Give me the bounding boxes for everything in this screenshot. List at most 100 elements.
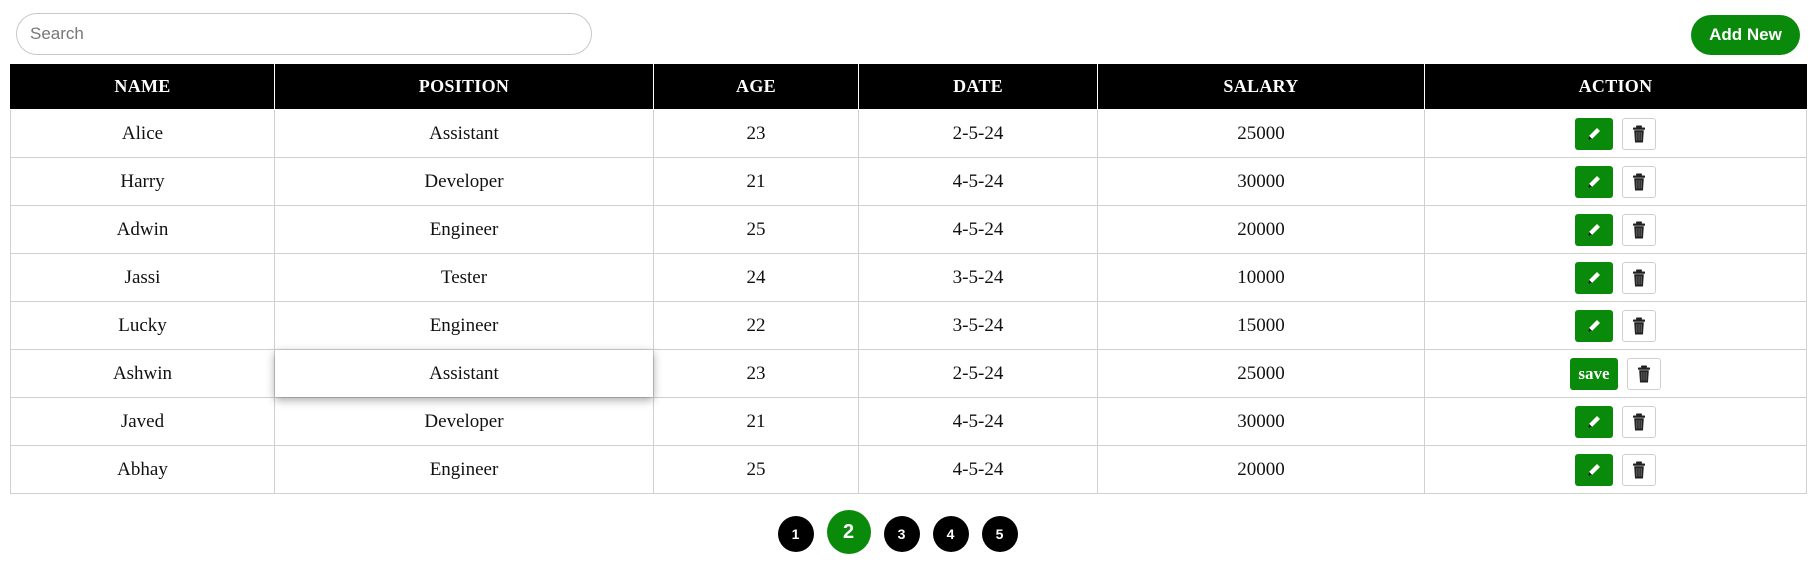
cell-date: 4-5-24 xyxy=(858,157,1098,206)
cell-actions xyxy=(1424,157,1807,206)
edit-button[interactable] xyxy=(1575,309,1613,342)
trash-icon xyxy=(1632,125,1646,143)
delete-button[interactable] xyxy=(1622,165,1656,198)
table-header-row: NAME POSITION AGE DATE SALARY ACTION xyxy=(10,64,1807,110)
cell-date: 4-5-24 xyxy=(858,445,1098,494)
cell-actions xyxy=(1424,301,1807,350)
cell-actions xyxy=(1424,253,1807,302)
column-header-position[interactable]: POSITION xyxy=(274,64,654,110)
column-header-age[interactable]: AGE xyxy=(653,64,859,110)
row-actions xyxy=(1425,309,1806,342)
search-input[interactable] xyxy=(16,13,592,55)
cell-age: 25 xyxy=(653,205,859,254)
table-row: Jassi Tester 24 3-5-24 10000 xyxy=(10,253,1807,302)
cell-actions xyxy=(1424,205,1807,254)
row-actions xyxy=(1425,165,1806,198)
column-header-salary[interactable]: SALARY xyxy=(1097,64,1425,110)
page-button-1[interactable]: 1 xyxy=(777,516,814,552)
cell-position: Developer xyxy=(274,157,654,206)
table-body: Alice Assistant 23 2-5-24 25000 Harry De… xyxy=(10,109,1807,494)
row-actions xyxy=(1425,117,1806,150)
cell-actions xyxy=(1424,445,1807,494)
pencil-icon xyxy=(1585,413,1603,431)
delete-button[interactable] xyxy=(1626,357,1661,390)
cell-age: 22 xyxy=(653,301,859,350)
column-header-name[interactable]: NAME xyxy=(10,64,275,110)
cell-position: Assistant xyxy=(274,109,654,158)
column-header-date[interactable]: DATE xyxy=(858,64,1098,110)
trash-icon xyxy=(1632,413,1646,431)
cell-date: 2-5-24 xyxy=(858,109,1098,158)
edit-button[interactable] xyxy=(1575,453,1613,486)
cell-salary: 25000 xyxy=(1097,109,1425,158)
column-header-action: ACTION xyxy=(1424,64,1807,110)
page-button-5[interactable]: 5 xyxy=(981,516,1018,552)
edit-button[interactable] xyxy=(1575,405,1613,438)
cell-name: Adwin xyxy=(10,205,275,254)
cell-name: Abhay xyxy=(10,445,275,494)
edit-button[interactable] xyxy=(1575,213,1613,246)
cell-actions xyxy=(1424,397,1807,446)
row-actions xyxy=(1425,405,1806,438)
table-row: Alice Assistant 23 2-5-24 25000 xyxy=(10,109,1807,158)
delete-button[interactable] xyxy=(1622,261,1656,294)
employee-table: NAME POSITION AGE DATE SALARY ACTION Ali… xyxy=(10,64,1807,494)
row-actions xyxy=(1425,261,1806,294)
cell-name: Alice xyxy=(10,109,275,158)
cell-actions: save xyxy=(1424,349,1807,398)
cell-date: 3-5-24 xyxy=(858,253,1098,302)
cell-age: 21 xyxy=(653,397,859,446)
cell-age: 24 xyxy=(653,253,859,302)
trash-icon xyxy=(1632,317,1646,335)
cell-name: Harry xyxy=(10,157,275,206)
save-button[interactable]: save xyxy=(1570,357,1618,390)
edit-button[interactable] xyxy=(1575,165,1613,198)
delete-button[interactable] xyxy=(1622,117,1656,150)
cell-salary: 25000 xyxy=(1097,349,1425,398)
cell-actions xyxy=(1424,109,1807,158)
page-button-3[interactable]: 3 xyxy=(883,516,920,552)
cell-salary: 15000 xyxy=(1097,301,1425,350)
cell-name: Jassi xyxy=(10,253,275,302)
toolbar: Add New xyxy=(0,0,1817,64)
cell-name: Ashwin xyxy=(10,349,275,398)
cell-date: 2-5-24 xyxy=(858,349,1098,398)
cell-date: 4-5-24 xyxy=(858,205,1098,254)
pagination: 12345 xyxy=(0,510,1806,554)
page-button-2[interactable]: 2 xyxy=(826,510,871,554)
delete-button[interactable] xyxy=(1622,309,1656,342)
pencil-icon xyxy=(1585,461,1603,479)
cell-position: Tester xyxy=(274,253,654,302)
cell-age: 23 xyxy=(653,109,859,158)
pencil-icon xyxy=(1585,317,1603,335)
delete-button[interactable] xyxy=(1622,405,1656,438)
trash-icon xyxy=(1632,269,1646,287)
trash-icon xyxy=(1632,461,1646,479)
cell-age: 23 xyxy=(653,349,859,398)
row-actions xyxy=(1425,453,1806,486)
pencil-icon xyxy=(1585,125,1603,143)
cell-name: Lucky xyxy=(10,301,275,350)
table-row: Lucky Engineer 22 3-5-24 15000 xyxy=(10,301,1807,350)
delete-button[interactable] xyxy=(1622,453,1656,486)
cell-salary: 10000 xyxy=(1097,253,1425,302)
table-row: Adwin Engineer 25 4-5-24 20000 xyxy=(10,205,1807,254)
edit-button[interactable] xyxy=(1575,261,1613,294)
employee-table-page: Add New NAME POSITION AGE DATE SALARY AC… xyxy=(0,0,1817,580)
cell-salary: 30000 xyxy=(1097,157,1425,206)
cell-name: Javed xyxy=(10,397,275,446)
page-button-4[interactable]: 4 xyxy=(932,516,969,552)
delete-button[interactable] xyxy=(1622,213,1656,246)
table-row: Javed Developer 21 4-5-24 30000 xyxy=(10,397,1807,446)
table-row: Ashwin 23 2-5-24 25000 save xyxy=(10,349,1807,398)
row-actions: save xyxy=(1425,357,1806,390)
add-new-button[interactable]: Add New xyxy=(1691,15,1800,55)
trash-icon xyxy=(1632,173,1646,191)
trash-icon xyxy=(1632,221,1646,239)
cell-date: 4-5-24 xyxy=(858,397,1098,446)
edit-button[interactable] xyxy=(1575,117,1613,150)
cell-position: Engineer xyxy=(274,301,654,350)
cell-salary: 30000 xyxy=(1097,397,1425,446)
cell-salary: 20000 xyxy=(1097,205,1425,254)
position-edit-input[interactable] xyxy=(275,350,653,397)
